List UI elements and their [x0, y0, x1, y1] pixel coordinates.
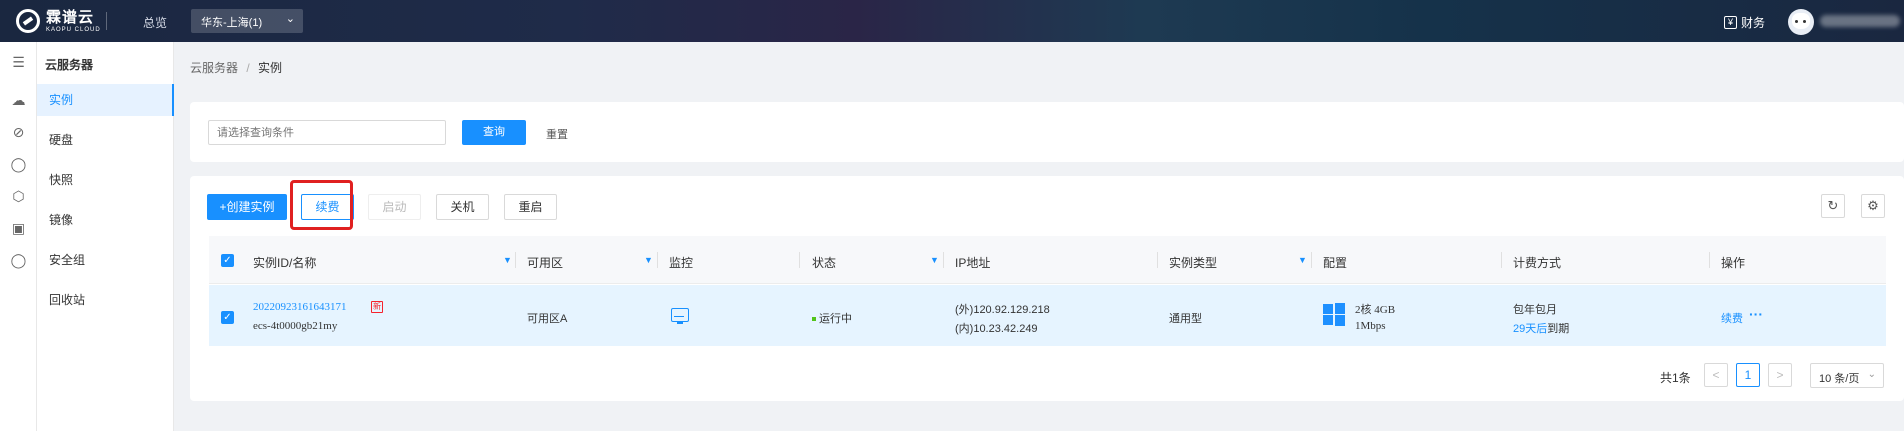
col-config: 配置 [1323, 256, 1348, 270]
avatar[interactable] [1788, 9, 1814, 35]
shutdown-button[interactable]: 关机 [436, 194, 489, 220]
logo-name: 霖谱云 [46, 8, 95, 26]
column-divider [943, 252, 944, 268]
select-all-checkbox[interactable]: ✓ [221, 254, 234, 267]
menu-list-icon[interactable]: ☰ [10, 54, 27, 71]
expire-info: 29天后到期 [1513, 320, 1569, 336]
refresh-icon[interactable]: ↻ [1821, 194, 1845, 218]
windows-icon [1323, 303, 1345, 326]
column-divider [657, 252, 658, 268]
col-zone: 可用区 [527, 256, 564, 270]
sidebar-item-instances[interactable]: 实例 [37, 84, 174, 116]
reset-button[interactable]: 重置 [546, 126, 568, 142]
start-button[interactable]: 启动 [368, 194, 421, 220]
next-page-button[interactable]: > [1768, 363, 1792, 387]
sidebar-item-images[interactable]: 镜像 [37, 204, 174, 236]
config-bandwidth: 1Mbps [1355, 320, 1386, 332]
highlight-annotation [290, 180, 353, 230]
expire-days[interactable]: 29天后 [1513, 323, 1547, 335]
col-monitor: 监控 [669, 256, 694, 270]
prev-page-button[interactable]: < [1704, 363, 1728, 387]
restart-button[interactable]: 重启 [504, 194, 557, 220]
overview-link[interactable]: 总览 [143, 14, 167, 31]
column-divider [1501, 252, 1502, 268]
col-status: 状态 [812, 256, 837, 270]
sidebar-title: 云服务器 [45, 58, 94, 72]
breadcrumb-current: 实例 [258, 61, 283, 75]
instance-id-link[interactable]: 20220923161643171 [253, 301, 347, 313]
column-divider [1311, 252, 1312, 268]
col-type: 实例类型 [1169, 256, 1218, 270]
instance-name: ecs-4t0000gb21my [253, 320, 338, 332]
col-instance-id: 实例ID/名称 [253, 256, 317, 270]
icon-rail: ☰ ☁ ⊘ ◯ ⬡ ▣ ◯ [0, 42, 37, 431]
table-header: ✓ 实例ID/名称 ▼ 可用区 ▼ 监控 状态 ▼ IP地址 实例类型 ▼ 配置… [209, 236, 1886, 284]
status-text: 运行中 [819, 313, 852, 325]
monitor-icon[interactable] [671, 308, 689, 324]
disk-icon[interactable]: ⊘ [10, 124, 27, 141]
sidebar-item-security-groups[interactable]: 安全组 [37, 244, 174, 276]
region-select[interactable]: 华东-上海(1) ⌄ [191, 9, 303, 33]
col-billing: 计费方式 [1513, 256, 1562, 270]
finance-link[interactable]: ¥ 财务 [1724, 14, 1765, 31]
filter-icon[interactable]: ▼ [503, 255, 512, 265]
status-value: 运行中 [812, 310, 852, 326]
breadcrumb: 云服务器 / 实例 [190, 59, 282, 76]
column-divider [515, 252, 516, 268]
col-actions: 操作 [1721, 256, 1746, 270]
logo-icon [16, 9, 40, 33]
page-size-value: 10 条/页 [1819, 373, 1860, 385]
sidebar-item-snapshots[interactable]: 快照 [37, 164, 174, 196]
recycle-shield-icon[interactable]: ◯ [10, 252, 27, 269]
settings-icon[interactable]: ⚙ [1861, 194, 1885, 218]
divider [106, 12, 107, 30]
filter-icon[interactable]: ▼ [930, 255, 939, 265]
zone-value: 可用区A [527, 313, 568, 325]
create-instance-button[interactable]: +创建实例 [207, 194, 287, 220]
more-actions-icon[interactable]: ··· [1749, 306, 1763, 322]
status-dot [812, 317, 816, 322]
column-divider [799, 252, 800, 268]
finance-label: 财务 [1741, 16, 1766, 30]
page-size-select[interactable]: 10 条/页 ⌄ [1810, 363, 1884, 388]
globe-icon[interactable]: ◯ [10, 156, 27, 173]
filter-icon[interactable]: ▼ [644, 255, 653, 265]
top-bar: 霖谱云 KAOPU CLOUD 总览 华东-上海(1) ⌄ ¥ 财务 [0, 0, 1904, 42]
search-card [190, 102, 1904, 162]
col-ip: IP地址 [955, 256, 991, 270]
config-cpu-mem: 2核 4GB [1355, 304, 1396, 316]
row-checkbox[interactable]: ✓ [221, 311, 234, 324]
ip-public: (外)120.92.129.218 [955, 304, 1050, 316]
new-badge: 新 [371, 301, 383, 313]
image-cube-icon[interactable]: ⬡ [10, 188, 27, 205]
chevron-down-icon: ⌄ [285, 13, 295, 25]
column-divider [1709, 252, 1710, 268]
security-group-icon[interactable]: ▣ [10, 220, 27, 237]
query-button[interactable]: 查询 [462, 120, 526, 145]
user-name-blurred[interactable] [1820, 15, 1900, 27]
table-row[interactable]: ✓ 20220923161643171 新 ecs-4t0000gb21my 可… [209, 285, 1886, 346]
filter-icon[interactable]: ▼ [1298, 255, 1307, 265]
breadcrumb-parent[interactable]: 云服务器 [190, 61, 238, 75]
logo[interactable]: 霖谱云 KAOPU CLOUD [16, 9, 101, 33]
logo-subtitle: KAOPU CLOUD [46, 26, 101, 33]
row-renew-link[interactable]: 续费 [1721, 310, 1743, 326]
ip-private: (内)10.23.42.249 [955, 323, 1038, 335]
expire-suffix: 到期 [1547, 323, 1570, 335]
sidebar: 云服务器 实例 硬盘 快照 镜像 安全组 回收站 [37, 42, 174, 431]
billing-method: 包年包月 [1513, 304, 1557, 316]
region-value: 华东-上海(1) [201, 17, 263, 29]
instance-type: 通用型 [1169, 313, 1202, 325]
yen-icon: ¥ [1724, 16, 1737, 29]
breadcrumb-separator: / [246, 61, 250, 75]
total-count: 共1条 [1660, 371, 1691, 385]
chevron-down-icon: ⌄ [1867, 369, 1876, 380]
sidebar-item-disks[interactable]: 硬盘 [37, 124, 174, 156]
sidebar-item-recycle-bin[interactable]: 回收站 [37, 284, 174, 316]
search-input[interactable] [208, 120, 446, 145]
cloud-icon[interactable]: ☁ [10, 92, 27, 109]
column-divider [1157, 252, 1158, 268]
page-1-button[interactable]: 1 [1736, 363, 1760, 387]
